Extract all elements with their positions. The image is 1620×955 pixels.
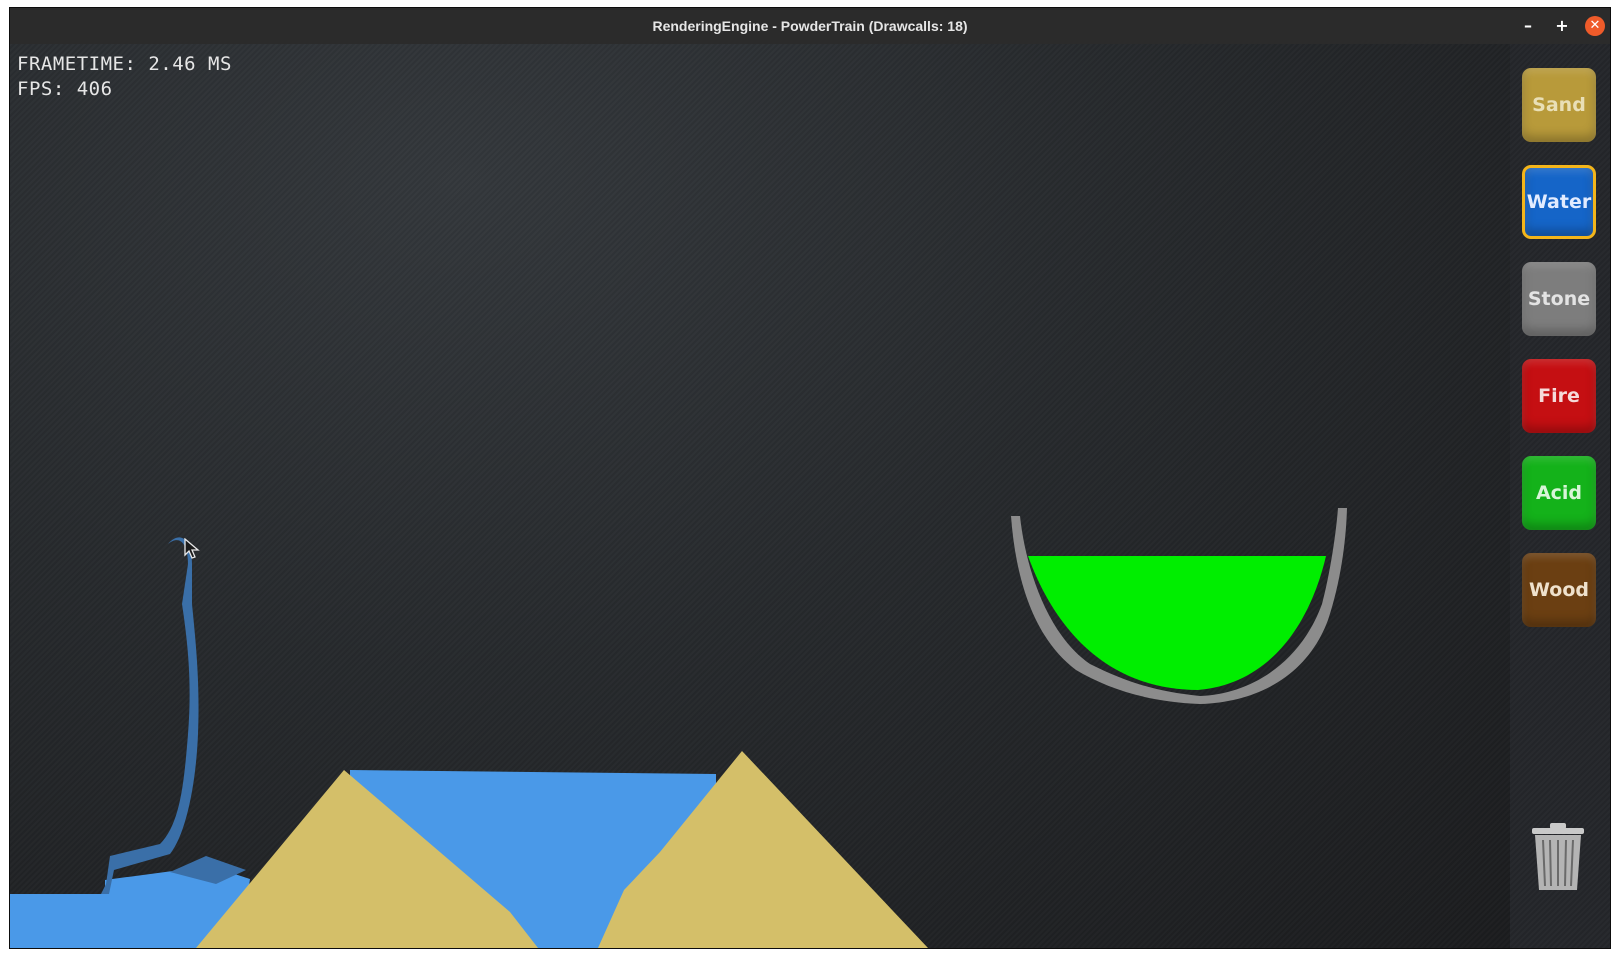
material-button-water[interactable]: Water [1522, 165, 1596, 239]
particle-scene [10, 508, 1347, 948]
material-button-sand[interactable]: Sand [1522, 68, 1596, 142]
mouse-cursor-icon [184, 538, 200, 559]
trash-icon[interactable] [1530, 822, 1586, 892]
simulation-canvas[interactable]: FRAMETIME: 2.46 MS FPS: 406 [10, 44, 1510, 948]
title-bar[interactable]: RenderingEngine - PowderTrain (Drawcalls… [10, 8, 1610, 45]
app-window: RenderingEngine - PowderTrain (Drawcalls… [10, 8, 1610, 948]
window-title: RenderingEngine - PowderTrain (Drawcalls… [652, 18, 968, 34]
fps-readout: FPS: 406 [17, 78, 113, 100]
material-button-stone[interactable]: Stone [1522, 262, 1596, 336]
frametime-readout: FRAMETIME: 2.46 MS [17, 53, 232, 75]
close-button[interactable]: ✕ [1585, 16, 1605, 36]
minimize-button[interactable]: – [1518, 16, 1538, 36]
maximize-button[interactable]: + [1552, 16, 1572, 36]
material-toolbar: Sand Water Stone Fire Acid Wood [1510, 44, 1610, 948]
material-button-fire[interactable]: Fire [1522, 359, 1596, 433]
material-button-acid[interactable]: Acid [1522, 456, 1596, 530]
material-button-wood[interactable]: Wood [1522, 553, 1596, 627]
water-stream [101, 537, 199, 894]
